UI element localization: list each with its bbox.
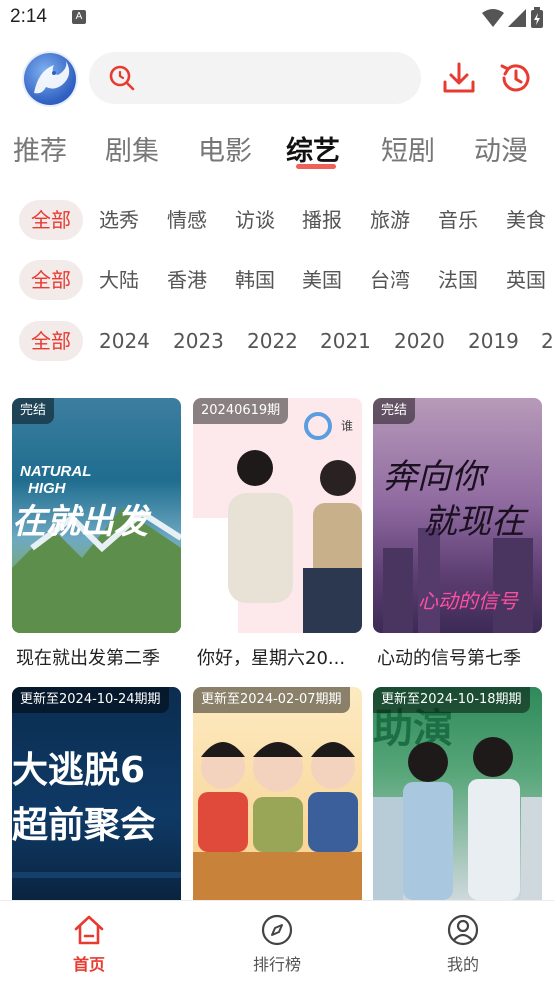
filter-region-item[interactable]: 大陆 bbox=[99, 260, 139, 300]
status-badge: 更新至2024-02-07期期 bbox=[193, 687, 350, 713]
filter-year-item[interactable]: 2022 bbox=[247, 321, 298, 361]
filter-year-item[interactable]: 2019 bbox=[468, 321, 519, 361]
svg-text:HIGH: HIGH bbox=[28, 480, 67, 497]
poster-image: NATURAL HIGH 在就出发 完结 bbox=[12, 398, 181, 633]
search-icon bbox=[109, 65, 135, 91]
history-icon[interactable] bbox=[498, 60, 534, 96]
filter-year-all[interactable]: 全部 bbox=[19, 321, 83, 361]
nav-profile[interactable]: 我的 bbox=[418, 913, 508, 975]
filter-type-all[interactable]: 全部 bbox=[19, 200, 83, 240]
signal-icon bbox=[508, 9, 526, 27]
nav-ranking[interactable]: 排行榜 bbox=[232, 913, 322, 975]
filter-type-item[interactable]: 选秀 bbox=[99, 200, 139, 240]
status-badge: 完结 bbox=[373, 398, 416, 424]
dragon-logo-icon bbox=[34, 61, 70, 94]
filter-type-item[interactable]: 情感 bbox=[167, 200, 207, 240]
poster-image: 谁 20240619期 bbox=[193, 398, 362, 633]
filter-type-item[interactable]: 访谈 bbox=[235, 200, 275, 240]
poster-art: 助演 bbox=[373, 706, 542, 900]
svg-text:就现在: 就现在 bbox=[423, 502, 529, 542]
filter-region-item[interactable]: 英国 bbox=[506, 260, 546, 300]
tab-series[interactable]: 剧集 bbox=[105, 130, 159, 174]
card-title: 心动的信号第七季 bbox=[377, 648, 521, 669]
tab-movie[interactable]: 电影 bbox=[198, 130, 252, 174]
filter-region-item[interactable]: 台湾 bbox=[370, 260, 410, 300]
svg-text:大逃脱6: 大逃脱6 bbox=[12, 750, 145, 791]
filter-type-item[interactable]: 旅游 bbox=[370, 200, 410, 240]
tab-anime[interactable]: 动漫 bbox=[474, 130, 528, 174]
poster-art: 谁 bbox=[193, 398, 362, 633]
filter-type-item[interactable]: 播报 bbox=[302, 200, 342, 240]
svg-text:奔向你: 奔向你 bbox=[383, 457, 490, 497]
svg-text:在就出发: 在就出发 bbox=[12, 502, 152, 542]
filter-year-item[interactable]: 2 bbox=[541, 321, 554, 361]
app-logo[interactable] bbox=[24, 53, 76, 105]
poster-art bbox=[193, 742, 362, 900]
nav-home[interactable]: 首页 bbox=[44, 913, 134, 975]
filter-row-region: 全部 大陆 香港 韩国 美国 台湾 法国 英国 bbox=[0, 260, 554, 302]
svg-text:心动的信号: 心动的信号 bbox=[418, 589, 519, 613]
filter-year-item[interactable]: 2024 bbox=[99, 321, 150, 361]
notification-a-icon: A bbox=[72, 10, 86, 24]
download-icon[interactable] bbox=[441, 60, 477, 96]
card-title: 现在就出发第二季 bbox=[16, 648, 160, 669]
filter-year-item[interactable]: 2020 bbox=[394, 321, 445, 361]
svg-text:超前聚会: 超前聚会 bbox=[12, 805, 156, 846]
category-tabs: 推荐 剧集 电影 综艺 短剧 动漫 bbox=[0, 130, 554, 178]
poster-image: 奔向你 就现在 心动的信号 完结 bbox=[373, 398, 542, 633]
nav-home-label: 首页 bbox=[72, 955, 105, 974]
poster-art: 奔向你 就现在 心动的信号 bbox=[383, 457, 533, 633]
filter-row-type: 全部 选秀 情感 访谈 播报 旅游 音乐 美食 bbox=[0, 200, 554, 242]
filter-region-item[interactable]: 韩国 bbox=[235, 260, 275, 300]
status-icons bbox=[482, 6, 544, 30]
poster-art: 大逃脱6 超前聚会 bbox=[12, 750, 181, 878]
poster-image: 大逃脱6 超前聚会 更新至2024-10-24期期 bbox=[12, 687, 181, 900]
filter-year-item[interactable]: 2021 bbox=[320, 321, 371, 361]
profile-icon bbox=[447, 914, 479, 946]
status-badge: 更新至2024-10-24期期 bbox=[12, 687, 169, 713]
home-icon bbox=[74, 915, 104, 945]
poster-image: 助演 更新至2024-10-18期期 bbox=[373, 687, 542, 900]
filter-region-item[interactable]: 香港 bbox=[167, 260, 207, 300]
filter-type-item[interactable]: 美食 bbox=[506, 200, 546, 240]
status-badge: 更新至2024-10-18期期 bbox=[373, 687, 530, 713]
status-badge: 完结 bbox=[12, 398, 55, 424]
svg-text:谁: 谁 bbox=[341, 419, 353, 433]
tab-short-drama[interactable]: 短剧 bbox=[381, 130, 435, 174]
bottom-nav: 首页 排行榜 我的 bbox=[0, 900, 554, 984]
status-badge: 20240619期 bbox=[193, 398, 289, 424]
tab-recommend[interactable]: 推荐 bbox=[13, 130, 67, 174]
filter-region-all[interactable]: 全部 bbox=[19, 260, 83, 300]
nav-profile-label: 我的 bbox=[446, 955, 479, 974]
top-bar bbox=[0, 50, 554, 108]
poster-image: 更新至2024-02-07期期 bbox=[193, 687, 362, 900]
poster-art: NATURAL HIGH 在就出发 bbox=[12, 463, 181, 633]
status-time: 2:14 bbox=[10, 6, 47, 27]
nav-ranking-label: 排行榜 bbox=[252, 955, 301, 974]
filter-row-year: 全部 2024 2023 2022 2021 2020 2019 2 bbox=[0, 321, 554, 363]
wifi-icon bbox=[482, 9, 504, 27]
compass-icon bbox=[261, 914, 293, 946]
svg-text:NATURAL: NATURAL bbox=[20, 463, 91, 480]
filter-region-item[interactable]: 法国 bbox=[438, 260, 478, 300]
card-title: 你好，星期六20... bbox=[197, 648, 346, 669]
filter-year-item[interactable]: 2023 bbox=[173, 321, 224, 361]
battery-icon bbox=[531, 7, 543, 28]
filter-type-item[interactable]: 音乐 bbox=[438, 200, 478, 240]
filter-region-item[interactable]: 美国 bbox=[302, 260, 342, 300]
status-bar: 2:14 A bbox=[0, 0, 554, 36]
search-input[interactable] bbox=[89, 52, 421, 104]
active-tab-indicator bbox=[296, 164, 336, 169]
